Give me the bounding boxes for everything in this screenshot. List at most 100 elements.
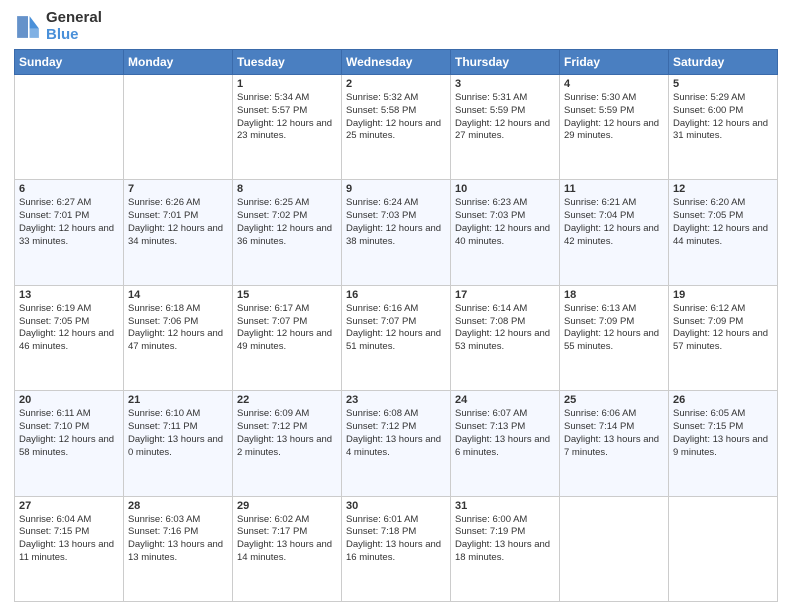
day-info-line: Sunrise: 6:27 AM: [19, 197, 119, 210]
day-header-tuesday: Tuesday: [233, 50, 342, 75]
day-info-line: Daylight: 12 hours and 40 minutes.: [455, 223, 555, 249]
day-info-line: Daylight: 12 hours and 23 minutes.: [237, 118, 337, 144]
day-info-line: Sunset: 7:02 PM: [237, 210, 337, 223]
day-info-line: Daylight: 13 hours and 11 minutes.: [19, 539, 119, 565]
day-info-line: Daylight: 13 hours and 0 minutes.: [128, 434, 228, 460]
day-info-line: Sunset: 7:17 PM: [237, 526, 337, 539]
day-info-line: Sunset: 7:01 PM: [19, 210, 119, 223]
week-row-4: 20Sunrise: 6:11 AMSunset: 7:10 PMDayligh…: [15, 391, 778, 496]
day-info-line: Daylight: 12 hours and 51 minutes.: [346, 328, 446, 354]
day-number: 30: [346, 500, 446, 512]
calendar-table: SundayMondayTuesdayWednesdayThursdayFrid…: [14, 49, 778, 602]
day-info-line: Sunrise: 6:26 AM: [128, 197, 228, 210]
day-header-wednesday: Wednesday: [342, 50, 451, 75]
logo-icon: [14, 13, 42, 41]
day-info-line: Daylight: 13 hours and 6 minutes.: [455, 434, 555, 460]
day-info-line: Daylight: 13 hours and 18 minutes.: [455, 539, 555, 565]
day-number: 5: [673, 78, 773, 90]
calendar-cell: 13Sunrise: 6:19 AMSunset: 7:05 PMDayligh…: [15, 285, 124, 390]
calendar-cell: 17Sunrise: 6:14 AMSunset: 7:08 PMDayligh…: [451, 285, 560, 390]
day-info-line: Sunrise: 6:24 AM: [346, 197, 446, 210]
day-info-line: Sunset: 5:57 PM: [237, 105, 337, 118]
day-number: 17: [455, 289, 555, 301]
day-number: 31: [455, 500, 555, 512]
day-info-line: Daylight: 13 hours and 16 minutes.: [346, 539, 446, 565]
day-info-line: Daylight: 12 hours and 47 minutes.: [128, 328, 228, 354]
calendar-cell: 19Sunrise: 6:12 AMSunset: 7:09 PMDayligh…: [669, 285, 778, 390]
week-row-3: 13Sunrise: 6:19 AMSunset: 7:05 PMDayligh…: [15, 285, 778, 390]
day-number: 16: [346, 289, 446, 301]
calendar-cell: 27Sunrise: 6:04 AMSunset: 7:15 PMDayligh…: [15, 496, 124, 601]
calendar-cell: 1 Sunrise: 5:34 AMSunset: 5:57 PMDaylight…: [233, 75, 342, 180]
calendar-cell: 14Sunrise: 6:18 AMSunset: 7:06 PMDayligh…: [124, 285, 233, 390]
day-number: 1: [237, 78, 337, 90]
calendar-cell: 30Sunrise: 6:01 AMSunset: 7:18 PMDayligh…: [342, 496, 451, 601]
day-info-line: Sunrise: 5:29 AM: [673, 92, 773, 105]
day-info-line: Sunrise: 6:10 AM: [128, 408, 228, 421]
day-info-line: Sunset: 7:12 PM: [237, 421, 337, 434]
calendar-cell: 10Sunrise: 6:23 AMSunset: 7:03 PMDayligh…: [451, 180, 560, 285]
day-info-line: Daylight: 12 hours and 36 minutes.: [237, 223, 337, 249]
calendar-cell: 31 Sunrise: 6:00 AMSunset: 7:19 PMDayligh…: [451, 496, 560, 601]
day-info-line: Sunrise: 5:31 AM: [455, 92, 555, 105]
page: General Blue SundayMondayTuesdayWednesda…: [0, 0, 792, 612]
day-info-line: Sunrise: 6:04 AM: [19, 514, 119, 527]
day-info-line: Sunset: 7:04 PM: [564, 210, 664, 223]
day-info-line: Sunset: 7:13 PM: [455, 421, 555, 434]
day-header-sunday: Sunday: [15, 50, 124, 75]
calendar-cell: 28Sunrise: 6:03 AMSunset: 7:16 PMDayligh…: [124, 496, 233, 601]
calendar-cell: [669, 496, 778, 601]
day-header-friday: Friday: [560, 50, 669, 75]
day-info-line: Sunset: 7:03 PM: [455, 210, 555, 223]
day-info-line: Daylight: 12 hours and 34 minutes.: [128, 223, 228, 249]
day-info-line: Daylight: 12 hours and 57 minutes.: [673, 328, 773, 354]
day-info-line: Sunrise: 6:06 AM: [564, 408, 664, 421]
day-info-line: Sunrise: 6:02 AM: [237, 514, 337, 527]
calendar-cell: 16Sunrise: 6:16 AMSunset: 7:07 PMDayligh…: [342, 285, 451, 390]
calendar-cell: 12Sunrise: 6:20 AMSunset: 7:05 PMDayligh…: [669, 180, 778, 285]
day-info-line: Sunrise: 5:32 AM: [346, 92, 446, 105]
day-info-line: Daylight: 13 hours and 14 minutes.: [237, 539, 337, 565]
day-header-saturday: Saturday: [669, 50, 778, 75]
day-info-line: Sunrise: 6:05 AM: [673, 408, 773, 421]
day-info-line: Sunrise: 6:03 AM: [128, 514, 228, 527]
calendar-cell: 8Sunrise: 6:25 AMSunset: 7:02 PMDaylight…: [233, 180, 342, 285]
day-info-line: Sunset: 7:15 PM: [673, 421, 773, 434]
day-number: 19: [673, 289, 773, 301]
day-info-line: Sunrise: 6:14 AM: [455, 303, 555, 316]
day-info-line: Daylight: 12 hours and 33 minutes.: [19, 223, 119, 249]
day-info-line: Daylight: 12 hours and 53 minutes.: [455, 328, 555, 354]
day-info-line: Daylight: 12 hours and 25 minutes.: [346, 118, 446, 144]
day-info-line: Sunrise: 5:34 AM: [237, 92, 337, 105]
day-info-line: Sunset: 7:19 PM: [455, 526, 555, 539]
calendar-cell: 5Sunrise: 5:29 AMSunset: 6:00 PMDaylight…: [669, 75, 778, 180]
day-number: 8: [237, 183, 337, 195]
day-info-line: Sunrise: 6:00 AM: [455, 514, 555, 527]
day-number: 28: [128, 500, 228, 512]
calendar-cell: 3Sunrise: 5:31 AMSunset: 5:59 PMDaylight…: [451, 75, 560, 180]
day-header-monday: Monday: [124, 50, 233, 75]
day-number: 26: [673, 394, 773, 406]
day-info-line: Sunset: 7:12 PM: [346, 421, 446, 434]
calendar-cell: 26Sunrise: 6:05 AMSunset: 7:15 PMDayligh…: [669, 391, 778, 496]
day-info-line: Sunset: 7:14 PM: [564, 421, 664, 434]
day-number: 13: [19, 289, 119, 301]
day-number: 11: [564, 183, 664, 195]
week-row-2: 6Sunrise: 6:27 AMSunset: 7:01 PMDaylight…: [15, 180, 778, 285]
calendar-cell: [560, 496, 669, 601]
day-number: 4: [564, 78, 664, 90]
day-info-line: Sunrise: 6:01 AM: [346, 514, 446, 527]
day-number: 20: [19, 394, 119, 406]
calendar-cell: 23Sunrise: 6:08 AMSunset: 7:12 PMDayligh…: [342, 391, 451, 496]
day-info-line: Sunrise: 6:13 AM: [564, 303, 664, 316]
day-info-line: Daylight: 13 hours and 2 minutes.: [237, 434, 337, 460]
calendar-cell: 18Sunrise: 6:13 AMSunset: 7:09 PMDayligh…: [560, 285, 669, 390]
week-row-1: 1Sunrise: 5:34 AMSunset: 5:57 PMDaylight…: [15, 75, 778, 180]
day-info-line: Daylight: 13 hours and 7 minutes.: [564, 434, 664, 460]
day-info-line: Daylight: 12 hours and 42 minutes.: [564, 223, 664, 249]
day-info-line: Sunset: 7:01 PM: [128, 210, 228, 223]
day-info-line: Sunset: 7:05 PM: [19, 316, 119, 329]
day-info-line: Sunrise: 6:09 AM: [237, 408, 337, 421]
calendar-body: 1Sunrise: 5:34 AMSunset: 5:57 PMDaylight…: [15, 75, 778, 602]
day-info-line: Sunset: 7:09 PM: [564, 316, 664, 329]
